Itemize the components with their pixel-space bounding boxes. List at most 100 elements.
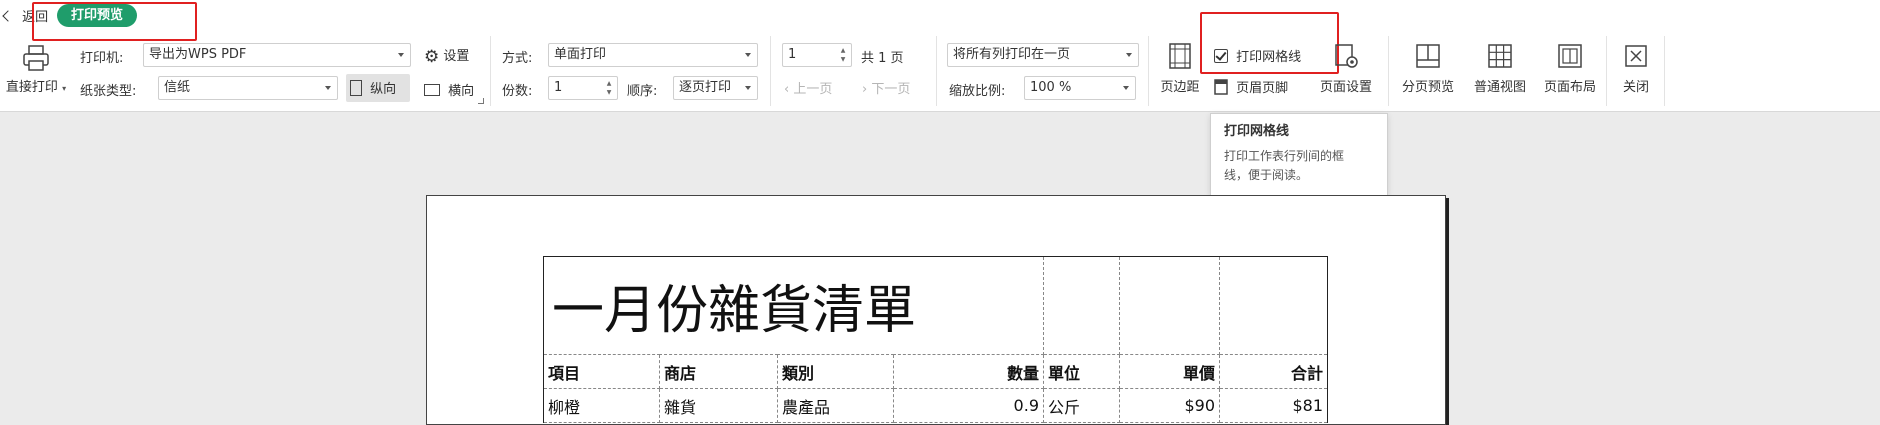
printer-icon <box>23 45 49 71</box>
table-cell: 雜貨 <box>659 388 778 423</box>
table-cell: $90 <box>1119 388 1220 423</box>
table-cell <box>1119 256 1220 355</box>
settings-button[interactable]: ⚙ 设置 <box>424 45 469 67</box>
close-icon <box>1625 45 1647 67</box>
direct-print-button[interactable]: 直接打印 ▾ <box>0 42 72 102</box>
spin-up-icon[interactable]: ▲ <box>839 47 847 55</box>
chevron-left-icon <box>2 10 14 22</box>
zoom-value: 100 % <box>1030 80 1072 95</box>
page-layout-button[interactable]: 页面布局 <box>1538 42 1602 104</box>
close-preview-button[interactable]: 关闭 <box>1612 42 1660 104</box>
separator <box>1148 36 1149 106</box>
next-page-button[interactable]: › 下一页 <box>862 78 910 97</box>
sheet-title: 一月份雜貨清單 <box>543 256 1044 355</box>
direct-print-label: 直接打印 <box>5 80 58 95</box>
separator <box>1388 36 1389 106</box>
next-page-label: 下一页 <box>871 82 911 97</box>
header-footer-button[interactable]: 页眉页脚 <box>1214 77 1288 96</box>
page-break-icon <box>1416 44 1440 68</box>
separator <box>490 36 491 106</box>
column-header: 項目 <box>543 354 660 389</box>
separator <box>936 36 937 106</box>
page-break-preview-button[interactable]: 分页预览 <box>1396 42 1460 104</box>
page-layout-icon <box>1558 44 1582 68</box>
print-order-select[interactable]: 逐页打印 <box>673 76 758 100</box>
header-footer-icon <box>1214 79 1228 95</box>
close-label: 关闭 <box>1622 80 1649 95</box>
chevron-left-icon: ‹ <box>784 82 790 97</box>
table-cell <box>1043 256 1120 355</box>
table-cell <box>1219 256 1328 355</box>
caret-down-icon: ▾ <box>62 84 67 93</box>
separator <box>1606 36 1607 106</box>
dropdown-arrow-icon <box>325 86 331 90</box>
print-preview-toolbar: 返回 打印预览 直接打印 ▾ 打印机: 导出为WPS PDF ⚙ 设置 纸张类型… <box>0 0 1880 112</box>
page-setup-label: 页面设置 <box>1319 80 1372 95</box>
printer-select[interactable]: 导出为WPS PDF <box>143 43 411 67</box>
print-gridlines-checkbox[interactable]: 打印网格线 <box>1214 46 1301 65</box>
zoom-select[interactable]: 100 % <box>1024 76 1136 100</box>
printer-value: 导出为WPS PDF <box>149 47 247 62</box>
print-preview-badge: 打印预览 <box>57 4 138 27</box>
fit-to-page-select[interactable]: 将所有列打印在一页 <box>947 43 1139 67</box>
separator <box>1664 36 1665 106</box>
print-order-label: 顺序: <box>627 84 658 99</box>
landscape-button[interactable]: 横向 <box>424 80 474 99</box>
dropdown-arrow-icon <box>745 86 751 90</box>
table-cell: 公斤 <box>1043 388 1120 423</box>
back-label: 返回 <box>22 10 49 25</box>
column-header: 商店 <box>659 354 778 389</box>
copies-value: 1 <box>554 80 563 95</box>
portrait-page-icon <box>350 80 362 96</box>
print-order-value: 逐页打印 <box>679 80 732 95</box>
settings-label: 设置 <box>443 49 470 64</box>
column-header: 單價 <box>1119 354 1220 389</box>
tooltip-title: 打印网格线 <box>1224 124 1290 139</box>
paper-type-label: 纸张类型: <box>80 84 137 99</box>
normal-view-button[interactable]: 普通视图 <box>1468 42 1532 104</box>
page-number-stepper[interactable]: 1 ▲ ▼ <box>782 43 852 67</box>
margins-button[interactable]: 页边距 <box>1154 42 1206 104</box>
portrait-button[interactable]: 纵向 <box>346 74 410 102</box>
spin-down-icon[interactable]: ▼ <box>605 89 613 97</box>
paper-type-select[interactable]: 信纸 <box>158 76 338 100</box>
title-row: 一月份雜貨清單 <box>543 256 1328 355</box>
landscape-page-icon <box>424 84 440 96</box>
column-header: 類別 <box>777 354 894 389</box>
margins-icon <box>1169 43 1191 69</box>
spin-down-icon[interactable]: ▼ <box>839 56 847 64</box>
fit-to-page-value: 将所有列打印在一页 <box>953 47 1071 62</box>
print-mode-select[interactable]: 单面打印 <box>548 43 758 67</box>
tooltip-body-line1: 打印工作表行列间的框 <box>1224 149 1345 163</box>
spin-up-icon[interactable]: ▲ <box>605 80 613 88</box>
prev-page-button[interactable]: ‹ 上一页 <box>784 78 832 97</box>
dropdown-arrow-icon <box>1123 86 1129 90</box>
table-cell: 農產品 <box>777 388 894 423</box>
tooltip-body-line2: 线，便于阅读。 <box>1224 168 1309 182</box>
preview-page: 一月份雜貨清單 項目 商店 類別 數量 單位 單價 合計 柳橙 雜貨 農產品 0… <box>426 195 1446 425</box>
column-header: 合計 <box>1219 354 1328 389</box>
expand-corner-icon[interactable] <box>478 98 484 104</box>
dropdown-arrow-icon <box>1126 53 1132 57</box>
portrait-label: 纵向 <box>370 82 397 97</box>
page-number-value: 1 <box>788 47 797 62</box>
total-pages-label: 共 1 页 <box>861 51 904 66</box>
header-footer-label: 页眉页脚 <box>1236 81 1289 96</box>
back-button[interactable]: 返回 <box>2 6 49 26</box>
page-setup-button[interactable]: 页面设置 <box>1314 42 1378 104</box>
prev-page-label: 上一页 <box>793 82 833 97</box>
header-row: 項目 商店 類別 數量 單位 單價 合計 <box>543 354 1328 389</box>
gear-icon: ⚙ <box>424 47 440 67</box>
gridlines-tooltip: 打印网格线 打印工作表行列间的框 线，便于阅读。 <box>1210 113 1388 196</box>
checkbox-checked-icon <box>1214 49 1228 63</box>
dropdown-arrow-icon <box>398 53 404 57</box>
table-cell: 柳橙 <box>543 388 660 423</box>
page-break-preview-label: 分页预览 <box>1401 80 1454 95</box>
print-gridlines-label: 打印网格线 <box>1236 50 1302 65</box>
spreadsheet-table: 一月份雜貨清單 項目 商店 類別 數量 單位 單價 合計 柳橙 雜貨 農產品 0… <box>543 256 1328 423</box>
chevron-right-icon: › <box>862 82 868 97</box>
page-setup-icon <box>1335 44 1358 68</box>
table-row: 柳橙 雜貨 農產品 0.9 公斤 $90 $81 <box>543 388 1328 423</box>
print-mode-value: 单面打印 <box>554 47 607 62</box>
copies-stepper[interactable]: 1 ▲ ▼ <box>548 76 618 100</box>
